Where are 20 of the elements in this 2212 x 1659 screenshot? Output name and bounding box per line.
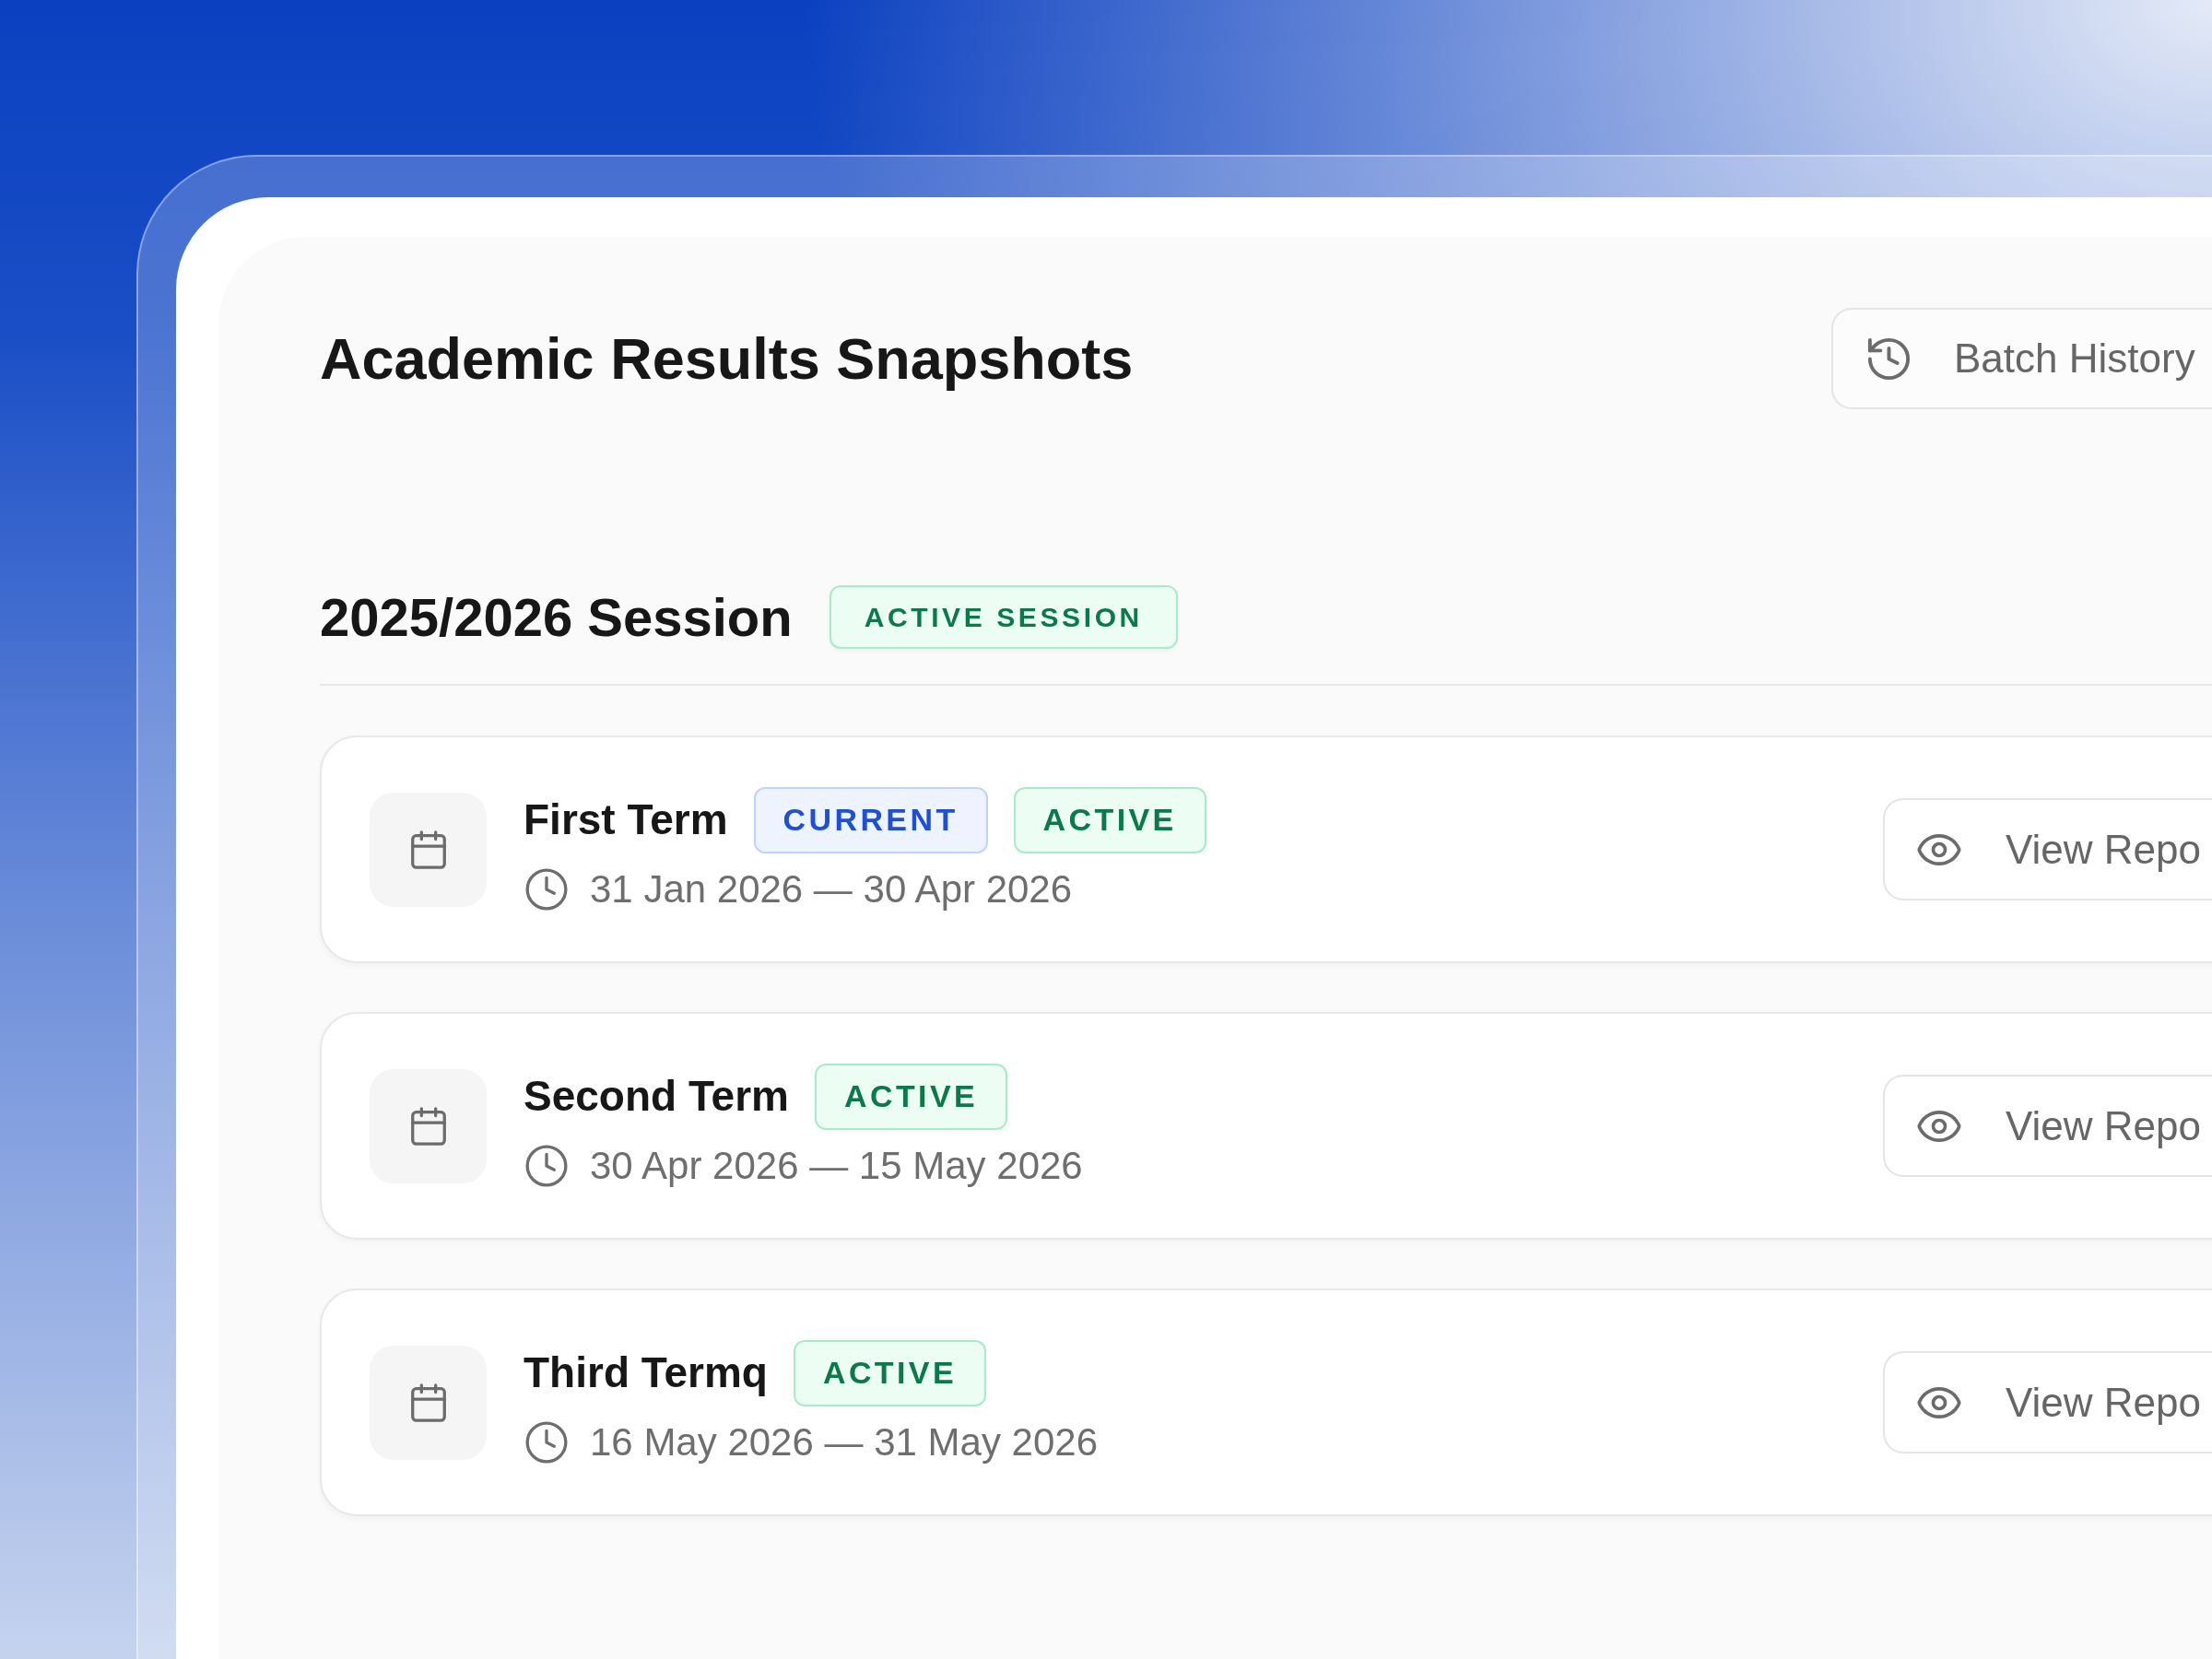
date-range: 31 Jan 2026 — 30 Apr 2026	[590, 866, 1073, 912]
date-range: 30 Apr 2026 — 15 May 2026	[590, 1143, 1083, 1189]
view-report-button[interactable]: View Repo	[1883, 798, 2212, 900]
date-range: 16 May 2026 — 31 May 2026	[590, 1419, 1098, 1465]
calendar-icon	[370, 1345, 487, 1460]
status-badge: ACTIVE	[793, 1339, 986, 1406]
history-button[interactable]: Batch History	[1831, 308, 2212, 409]
session-title: 2025/2026 Session	[320, 586, 793, 649]
status-badge: CURRENT	[753, 786, 988, 853]
term-name: First Term	[524, 794, 728, 845]
view-report-button[interactable]: View Repo	[1883, 1351, 2212, 1453]
view-report-button[interactable]: View Repo	[1883, 1075, 2212, 1177]
term-name: Third Termq	[524, 1347, 768, 1398]
term-name: Second Term	[524, 1071, 789, 1122]
page-title: Academic Results Snapshots	[320, 324, 1134, 393]
calendar-icon	[370, 1068, 487, 1183]
calendar-icon	[370, 792, 487, 907]
status-badge: ACTIVE	[1013, 786, 1206, 853]
status-badge: ACTIVE	[815, 1063, 1008, 1130]
session-badge: ACTIVE SESSION	[829, 585, 1178, 649]
